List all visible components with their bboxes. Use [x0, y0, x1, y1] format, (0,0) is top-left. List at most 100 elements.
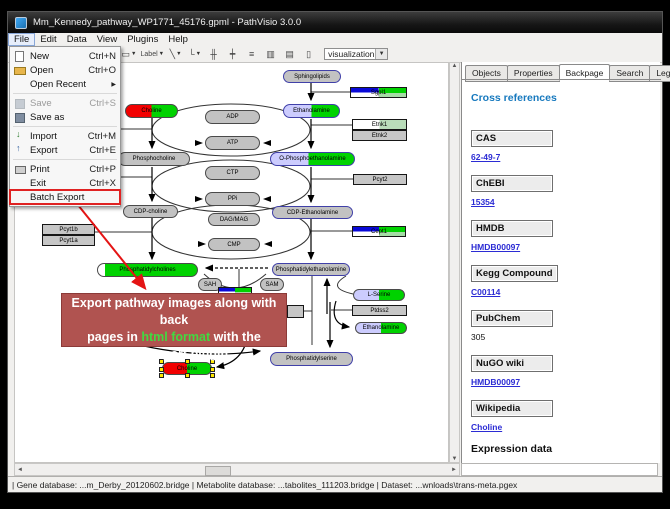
- menu-edit[interactable]: Edit: [35, 34, 61, 46]
- pathway-node-dag-mag[interactable]: DAG/MAG: [208, 213, 260, 226]
- blank-icon: [13, 178, 26, 188]
- chevron-down-icon[interactable]: ▼: [375, 49, 387, 59]
- pathway-node-phosphatidylcholines[interactable]: Phosphatidylcholines: [97, 263, 198, 277]
- selection-handle[interactable]: [185, 373, 190, 378]
- canvas-horizontal-scrollbar[interactable]: ◄ ►: [14, 463, 460, 476]
- pathway-node-cept1[interactable]: Cept1: [352, 226, 406, 237]
- pathway-node-atp[interactable]: ATP: [205, 136, 260, 150]
- xref-link[interactable]: 62-49-7: [471, 152, 500, 162]
- new-file-icon: [13, 51, 26, 61]
- print-button[interactable]: ▤: [281, 47, 298, 62]
- scroll-down-icon[interactable]: ▼: [452, 456, 458, 462]
- distribute-button[interactable]: ┿: [224, 47, 241, 62]
- xref-link[interactable]: 15354: [471, 197, 495, 207]
- selection-handle[interactable]: [159, 367, 164, 372]
- pathway-node-etnk1[interactable]: Etnk1: [352, 119, 407, 130]
- xref-section: CAS62-49-7: [471, 128, 651, 162]
- menu-plugins[interactable]: Plugins: [122, 34, 163, 46]
- pathway-node-pcyt1b[interactable]: Pcyt1b: [42, 224, 95, 235]
- pathway-node-ethanolamine[interactable]: Ethanolamine: [283, 104, 340, 118]
- scrollbar-thumb[interactable]: [205, 466, 231, 476]
- file-menu-popup: NewCtrl+NOpenCtrl+OOpen Recent▶ SaveCtrl+…: [9, 46, 121, 207]
- file-menu-item-new[interactable]: NewCtrl+N: [10, 49, 120, 63]
- file-menu-item-import[interactable]: ImportCtrl+M: [10, 129, 120, 143]
- pathway-node-sphingolipids[interactable]: Sphingolipids: [283, 70, 341, 83]
- file-menu-item-exit[interactable]: ExitCtrl+X: [10, 176, 120, 190]
- node-label: Phosphatidylserine: [286, 356, 337, 362]
- chevron-down-icon[interactable]: ▼: [159, 51, 164, 57]
- stack-vertical-button[interactable]: ≡: [243, 47, 260, 62]
- menu-view[interactable]: View: [92, 34, 122, 46]
- scroll-left-icon[interactable]: ◄: [17, 467, 23, 473]
- pathway-node-adp[interactable]: ADP: [205, 110, 260, 124]
- blank-icon: [13, 192, 26, 202]
- chevron-down-icon[interactable]: ▼: [196, 51, 201, 57]
- save-as-icon: [13, 112, 26, 122]
- status-bar: | Gene database: ...m_Derby_20120602.bri…: [8, 476, 662, 492]
- chevron-down-icon[interactable]: ▼: [131, 51, 136, 57]
- pathway-node-sam[interactable]: SAM: [260, 278, 284, 291]
- pathway-node-l-serine[interactable]: L-Serine: [353, 289, 405, 301]
- file-menu-item-save-as[interactable]: Save as: [10, 110, 120, 124]
- file-menu-item-open[interactable]: OpenCtrl+O: [10, 63, 120, 77]
- pathway-node-ptdss2[interactable]: Ptdss2: [352, 305, 407, 316]
- menu-help[interactable]: Help: [163, 34, 193, 46]
- xref-section: HMDBHMDB00097: [471, 218, 651, 252]
- pathway-node-etnk2[interactable]: Etnk2: [352, 130, 407, 141]
- file-menu-item-print[interactable]: PrintCtrl+P: [10, 162, 120, 176]
- app-icon: [15, 17, 27, 29]
- status-text: | Gene database: ...m_Derby_20120602.bri…: [12, 480, 517, 490]
- pathway-node-ppi[interactable]: PPi: [205, 192, 260, 206]
- line-tool-button[interactable]: ╲▼: [167, 47, 184, 62]
- xref-link[interactable]: Choline: [471, 422, 502, 432]
- selection-handle[interactable]: [210, 367, 215, 372]
- label-tool-button[interactable]: Label▼: [140, 47, 166, 62]
- selection-handle[interactable]: [159, 373, 164, 378]
- selection-handle[interactable]: [210, 373, 215, 378]
- side-panel-button[interactable]: ▯: [300, 47, 317, 62]
- menu-item-label: Open Recent: [30, 79, 86, 90]
- menu-data[interactable]: Data: [62, 34, 92, 46]
- pathway-node-unlabeled[interactable]: [287, 305, 304, 318]
- pathway-node-cmp[interactable]: CMP: [208, 238, 260, 251]
- canvas-vertical-scrollbar[interactable]: ▲▼: [449, 62, 460, 463]
- align-center-button[interactable]: ╫: [205, 47, 222, 62]
- pathway-node-cdp-ethanolamine[interactable]: CDP-Ethanolamine: [272, 206, 353, 219]
- xref-link[interactable]: HMDB00097: [471, 377, 520, 387]
- xref-link[interactable]: HMDB00097: [471, 242, 520, 252]
- pathway-node-pcyt1a[interactable]: Pcyt1a: [42, 235, 95, 246]
- scroll-up-icon[interactable]: ▲: [452, 63, 458, 69]
- node-label: Ptdss2: [370, 308, 388, 314]
- pathway-node-phosphocholine[interactable]: Phosphocholine: [118, 152, 190, 166]
- node-label: CTP: [227, 170, 239, 176]
- node-label: ATP: [227, 140, 238, 146]
- xref-section: NuGO wikiHMDB00097: [471, 353, 651, 387]
- xref-link[interactable]: C00114: [471, 287, 500, 297]
- xref-value: Choline: [471, 422, 651, 432]
- file-menu-item-save[interactable]: SaveCtrl+S: [10, 96, 120, 110]
- chevron-down-icon[interactable]: ▼: [176, 51, 181, 57]
- scroll-right-icon[interactable]: ►: [451, 467, 457, 473]
- match-size-icon: ▥: [266, 49, 275, 60]
- file-menu-item-batch-export[interactable]: Batch Export: [10, 190, 120, 204]
- pathway-node-pcyt2[interactable]: Pcyt2: [353, 174, 407, 185]
- callout-line3: HtmlExport plugin: [62, 346, 286, 363]
- xref-value: C00114: [471, 287, 651, 297]
- pathway-node-ethanolamine[interactable]: Ethanolamine: [355, 322, 407, 334]
- pathway-node-ctp[interactable]: CTP: [205, 166, 260, 180]
- pathway-node-choline[interactable]: Choline: [125, 104, 178, 118]
- menu-shortcut: Ctrl+P: [89, 164, 116, 175]
- menu-file[interactable]: File: [8, 33, 35, 46]
- pathway-node-cdp-choline[interactable]: CDP-choline: [123, 205, 178, 218]
- gene-node-button[interactable]: ▭▼: [121, 47, 138, 62]
- file-menu-item-open-recent[interactable]: Open Recent▶: [10, 77, 120, 91]
- node-label: Cept1: [371, 229, 387, 235]
- pathway-node-sgpl1[interactable]: Sgpl1: [350, 87, 407, 98]
- file-menu-item-export[interactable]: ExportCtrl+E: [10, 143, 120, 157]
- xref-text: 305: [471, 332, 485, 342]
- visualization-combobox[interactable]: visualization ▼: [324, 48, 388, 60]
- connector-tool-button[interactable]: └▼: [186, 47, 203, 62]
- match-size-button[interactable]: ▥: [262, 47, 279, 62]
- pathway-node-phosphatidylethanolamine[interactable]: Phosphatidylethanolamine: [272, 263, 350, 276]
- pathway-node-o-phosphoethanolamine[interactable]: O-Phosphoethanolamine: [270, 152, 355, 166]
